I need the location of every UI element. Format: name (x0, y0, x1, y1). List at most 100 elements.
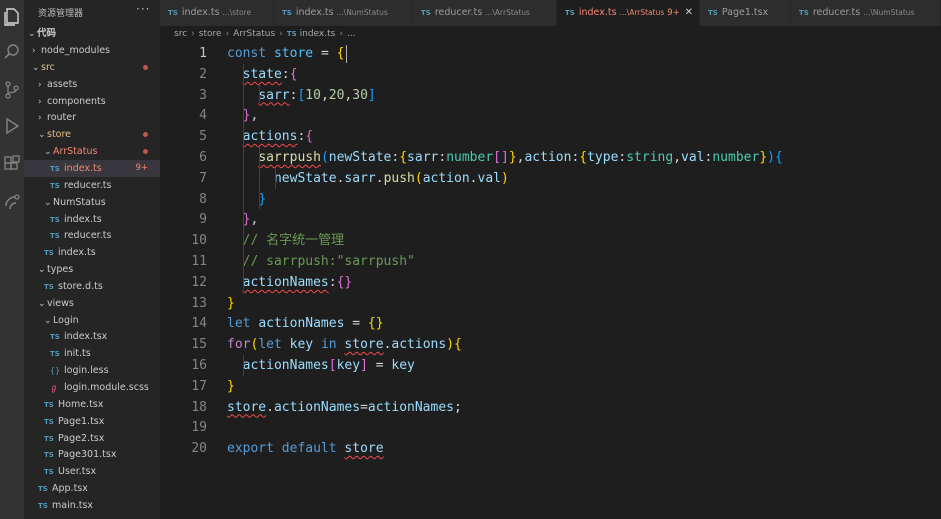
remote-icon[interactable] (2, 192, 22, 212)
code-line[interactable]: // sarrpush:"sarrpush" (227, 251, 415, 272)
code-editor[interactable]: 1 2 3 4 5 6 7 8 9 10 11 12 13 14 15 16 17 18 19 20 const st… (160, 42, 941, 519)
file-row[interactable]: TS init.ts (24, 345, 160, 362)
search-icon[interactable] (2, 42, 22, 62)
file-row[interactable]: TS Home.tsx (24, 396, 160, 413)
tree-item-label: index.ts (58, 247, 96, 259)
tree-item-label: Page301.tsx (58, 449, 117, 461)
tree-item-label: Home.tsx (58, 398, 104, 410)
tab-arrstatus-reducer[interactable]: TS reducer.ts ...\ArrStatus (413, 0, 557, 26)
code-line[interactable]: newState.sarr.push(action.val) (227, 168, 509, 189)
code-line[interactable]: // 名字统一管理 (227, 230, 344, 251)
folder-row[interactable]: › node_modules (24, 42, 160, 59)
file-row[interactable]: {} login.less (24, 362, 160, 379)
line-number: 13 (191, 295, 207, 311)
text-cursor (346, 45, 347, 63)
typescript-file-icon: TS (44, 468, 54, 477)
file-row[interactable]: ℊ login.module.scss (24, 379, 160, 396)
extensions-icon[interactable] (2, 154, 22, 174)
file-row[interactable]: TS Page1.tsx (24, 413, 160, 430)
file-row[interactable]: TS reducer.ts (24, 227, 160, 244)
typescript-file-icon: TS (565, 9, 575, 17)
tab-label: reducer.ts (812, 7, 861, 18)
line-number: 18 (191, 399, 207, 415)
typescript-file-icon: TS (50, 215, 60, 224)
typescript-file-icon: TS (421, 9, 431, 17)
code-line[interactable]: store.actionNames=actionNames; (227, 397, 462, 418)
code-line[interactable]: actionNames:{} (227, 272, 353, 293)
folder-row[interactable]: › router (24, 109, 160, 126)
file-row[interactable]: TS index.ts 9+ (24, 159, 160, 177)
code-line[interactable]: for(let key in store.actions){ (227, 334, 462, 355)
close-icon[interactable]: ✕ (685, 0, 693, 26)
explorer-more-button[interactable]: ··· (136, 2, 150, 16)
tree-item-label: index.ts (64, 162, 102, 174)
tab-label: index.ts (295, 7, 334, 18)
tab-store-index[interactable]: TS index.ts ...\store (160, 0, 274, 26)
tab-numstatus-index[interactable]: TS index.ts ...\NumStatus (274, 0, 413, 26)
file-row[interactable]: TS reducer.ts (24, 177, 160, 194)
file-row[interactable]: TS index.ts (24, 211, 160, 228)
tab-page1[interactable]: TS Page1.tsx (700, 0, 791, 26)
indent-guide (259, 147, 260, 210)
code-line[interactable]: export default store (227, 438, 384, 459)
line-number: 14 (191, 316, 207, 332)
typescript-file-icon: TS (282, 9, 292, 17)
folder-row[interactable]: ⌄views (24, 295, 160, 312)
code-line[interactable]: } (227, 293, 235, 314)
chevron-down-icon: ⌄ (44, 197, 52, 208)
run-debug-icon[interactable] (2, 116, 22, 136)
code-line[interactable]: actions:{ (227, 126, 313, 147)
folder-row[interactable]: ⌄NumStatus (24, 194, 160, 211)
typescript-file-icon: TS (50, 232, 60, 241)
folder-row[interactable]: › assets (24, 76, 160, 93)
file-row[interactable]: TS Page2.tsx (24, 430, 160, 447)
code-line[interactable]: sarrpush(newState:{sarr:number[]},action… (227, 147, 782, 168)
file-row[interactable]: TS User.tsx (24, 463, 160, 480)
chevron-right-icon: › (279, 29, 283, 39)
code-line[interactable]: let actionNames = {} (227, 313, 384, 334)
activity-bar (0, 0, 24, 519)
code-line[interactable]: sarr:[10,20,30] (227, 85, 375, 106)
less-file-icon: {} (50, 366, 61, 376)
tree-item-label: login.module.scss (64, 382, 149, 393)
chevron-down-icon: ⌄ (28, 29, 36, 39)
tree-item-label: types (47, 264, 74, 276)
folder-row[interactable]: › components (24, 93, 160, 110)
folder-row[interactable]: ⌄src (24, 59, 160, 76)
line-number: 2 (199, 66, 207, 82)
tree-item-label: store.d.ts (58, 280, 103, 292)
workspace-root[interactable]: ⌄代码 (24, 25, 160, 42)
file-row[interactable]: TS index.ts (24, 244, 160, 261)
code-line[interactable]: } (227, 376, 235, 397)
tab-arrstatus-index[interactable]: TS index.ts ...\ArrStatus 9+ ✕ (557, 0, 700, 26)
tab-description: ...\ArrStatus (619, 8, 665, 17)
breadcrumb-item[interactable]: ... (347, 29, 356, 39)
files-icon[interactable] (2, 6, 22, 26)
folder-row[interactable]: ⌄types (24, 261, 160, 278)
tab-description: ...\ArrStatus (485, 8, 530, 17)
status-dot-icon (143, 132, 148, 138)
code-line[interactable]: state:{ (227, 64, 298, 85)
file-row[interactable]: TS App.tsx (24, 480, 160, 497)
folder-row[interactable]: ⌄Login (24, 312, 160, 329)
file-row[interactable]: TS Page301.tsx (24, 446, 160, 463)
folder-row[interactable]: ⌄store (24, 126, 160, 143)
typescript-file-icon: TS (708, 9, 718, 17)
code-line[interactable]: actionNames[key] = key (227, 355, 415, 376)
code-line[interactable]: const store = { (227, 43, 344, 64)
breadcrumb-item[interactable]: src (174, 29, 187, 39)
source-control-icon[interactable] (2, 80, 22, 100)
typescript-file-icon: TS (286, 30, 297, 38)
file-row[interactable]: TS main.tsx (24, 497, 160, 514)
file-row[interactable]: TS store.d.ts (24, 278, 160, 295)
folder-row[interactable]: ⌄ArrStatus (24, 143, 160, 160)
line-number: 4 (199, 108, 207, 124)
tab-numstatus-reducer[interactable]: TS reducer.ts ...\NumStatus (791, 0, 941, 26)
line-number: 5 (199, 129, 207, 145)
file-row[interactable]: TS index.tsx (24, 328, 160, 345)
breadcrumb-item[interactable]: ArrStatus (233, 29, 275, 39)
breadcrumb-item[interactable]: store (199, 29, 222, 39)
breadcrumb-item[interactable]: index.ts (300, 29, 336, 39)
code-line[interactable]: } (227, 189, 266, 210)
chevron-right-icon: › (32, 46, 36, 56)
